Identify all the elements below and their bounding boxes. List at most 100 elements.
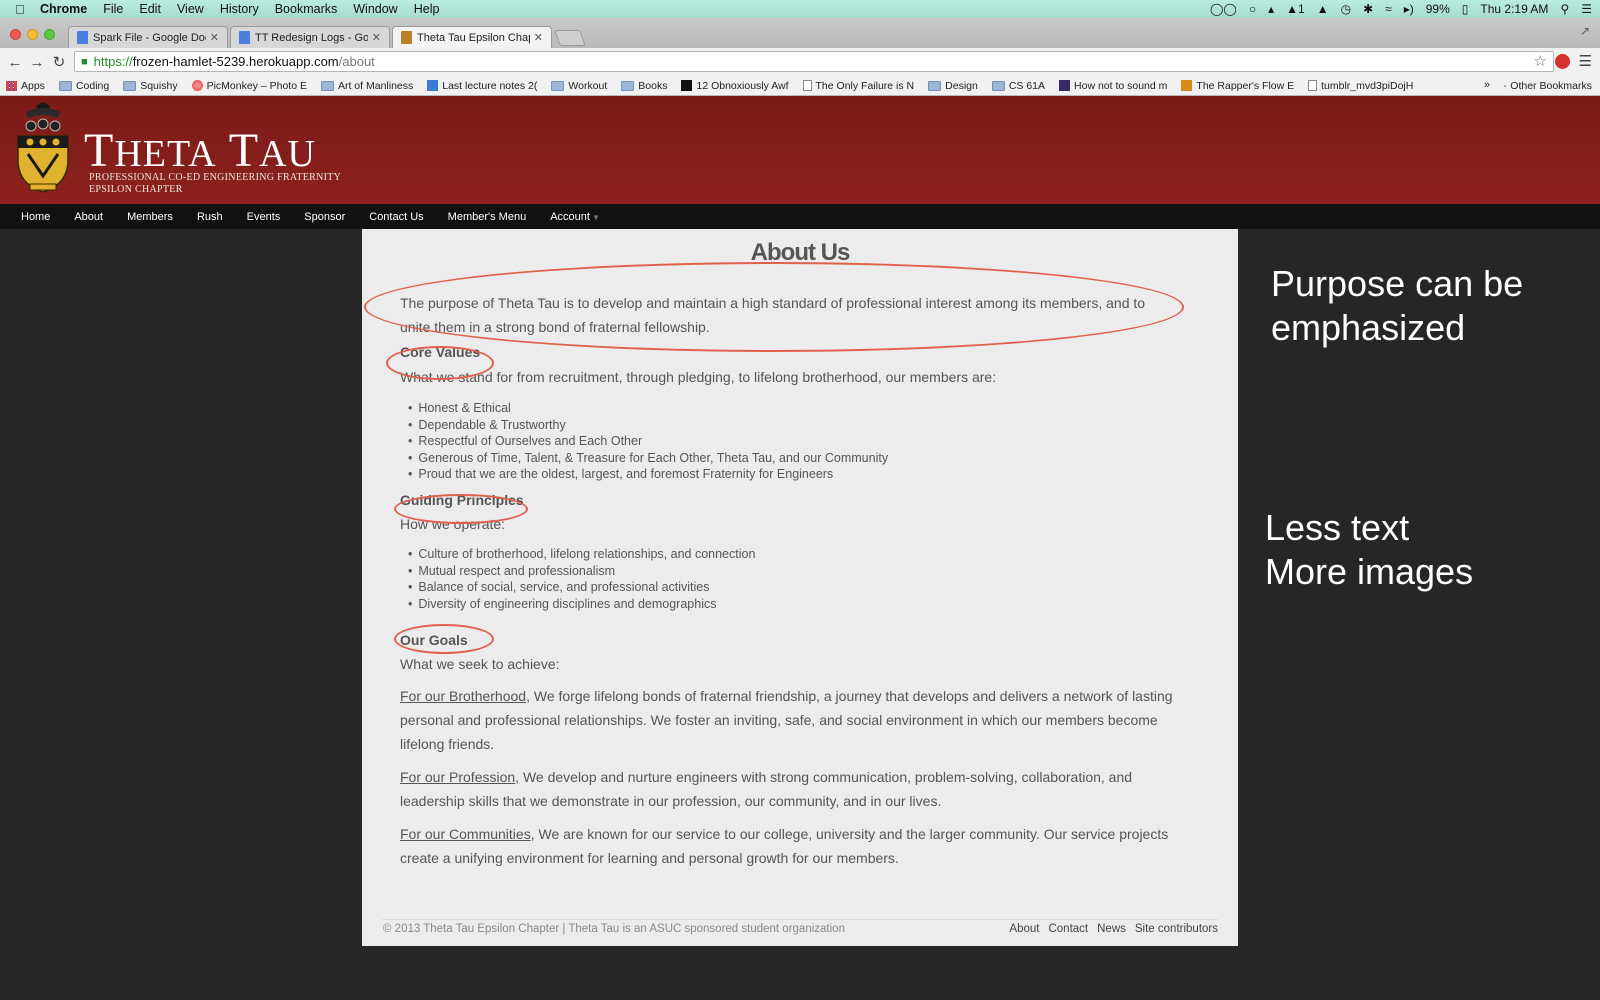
annotation-note-images: Less text More images — [1265, 506, 1473, 594]
battery-icon[interactable]: ▯ — [1462, 2, 1469, 16]
bookmark-label: Design — [945, 79, 978, 92]
chrome-menu-icon[interactable]: ☰ — [1579, 52, 1592, 70]
tab-title: Spark File - Google Docs — [93, 31, 206, 44]
footer-link-news[interactable]: News — [1097, 923, 1126, 935]
new-tab-button[interactable] — [554, 30, 586, 46]
tab-tt-redesign-logs[interactable]: TT Redesign Logs - Googl ✕ — [230, 26, 390, 48]
bookmark-apps[interactable]: Apps — [6, 80, 45, 92]
close-tab-icon[interactable]: ✕ — [372, 31, 381, 44]
menu-file[interactable]: File — [103, 2, 123, 16]
folder-icon — [991, 80, 1005, 91]
bookmark-label: Last lecture notes 2( — [442, 79, 538, 92]
menu-history[interactable]: History — [220, 2, 259, 16]
theta-tau-crest-icon — [401, 31, 412, 44]
bookmark-picmonkey[interactable]: PicMonkey – Photo E — [191, 80, 307, 92]
site-title-word2-rest: AU — [259, 133, 316, 175]
menu-bookmarks[interactable]: Bookmarks — [275, 2, 338, 16]
wifi-icon[interactable]: ≈ — [1385, 2, 1392, 16]
site-title-word1-rest: HETA — [114, 133, 217, 175]
notification-center-icon[interactable]: ☰ — [1581, 2, 1592, 16]
footer-link-site-contributors[interactable]: Site contributors — [1135, 923, 1218, 935]
glasses-icon[interactable]: ◯◯ — [1210, 2, 1237, 16]
time-machine-icon[interactable]: ◷ — [1341, 2, 1351, 16]
tab-spark-file[interactable]: Spark File - Google Docs ✕ — [68, 26, 228, 48]
bookmark-tumblr[interactable]: tumblr_mvd3piDojH — [1308, 80, 1413, 92]
our-goals-intro: What we seek to achieve: — [400, 656, 560, 672]
nav-members[interactable]: Members — [127, 211, 173, 223]
nav-rush[interactable]: Rush — [197, 211, 223, 223]
bookmarks-bar: Apps Coding Squishy PicMonkey – Photo E … — [0, 76, 1600, 96]
spotlight-search-icon[interactable]: ⚲ — [1560, 2, 1569, 16]
browser-tab-strip: Spark File - Google Docs ✕ TT Redesign L… — [0, 18, 1600, 48]
tab-theta-tau[interactable]: Theta Tau Epsilon Chapter ✕ — [392, 26, 552, 48]
nav-contact-us[interactable]: Contact Us — [369, 211, 423, 223]
bookmark-workout[interactable]: Workout — [551, 80, 607, 92]
t-icon — [681, 80, 693, 91]
bookmark-last-lecture[interactable]: Last lecture notes 2( — [427, 80, 537, 92]
clock[interactable]: Thu 2:19 AM — [1480, 2, 1548, 16]
bookmark-other[interactable]: Other Bookmarks — [1504, 80, 1592, 92]
bookmark-coding[interactable]: Coding — [58, 80, 109, 92]
google-docs-icon — [77, 31, 88, 44]
menu-help[interactable]: Help — [414, 2, 440, 16]
close-tab-icon[interactable]: ✕ — [210, 31, 219, 44]
nav-about[interactable]: About — [74, 211, 103, 223]
bluetooth-icon[interactable]: ✱ — [1363, 2, 1373, 16]
url-host: frozen-hamlet-5239.herokuapp.com — [132, 54, 339, 69]
bookmark-star-icon[interactable]: ☆ — [1534, 52, 1547, 70]
menu-app-chrome[interactable]: Chrome — [40, 2, 87, 16]
nav-members-menu[interactable]: Member's Menu — [448, 211, 527, 223]
goal-profession-link[interactable]: For our Profession — [400, 769, 515, 785]
bookmark-label: tumblr_mvd3piDojH — [1321, 79, 1414, 92]
bookmark-books[interactable]: Books — [621, 80, 667, 92]
menu-view[interactable]: View — [177, 2, 204, 16]
bookmark-label: Books — [638, 79, 668, 92]
volume-icon[interactable]: ▸) — [1404, 2, 1414, 16]
notification-bell-icon[interactable]: ▴ — [1268, 2, 1274, 16]
minimize-window-button[interactable] — [27, 29, 38, 40]
apple-icon[interactable]:  — [0, 2, 40, 17]
menu-window[interactable]: Window — [353, 2, 397, 16]
close-window-button[interactable] — [10, 29, 21, 40]
address-bar[interactable]: ■ https://frozen-hamlet-5239.herokuapp.c… — [74, 51, 1554, 72]
bookmark-how-not-to-sound[interactable]: How not to sound m — [1059, 80, 1167, 92]
window-controls — [10, 29, 55, 40]
url-protocol: https:// — [93, 54, 133, 69]
reload-icon[interactable]: ↻ — [48, 53, 70, 71]
nav-account[interactable]: Account ▼ — [550, 211, 600, 223]
bookmark-rappers-flow[interactable]: The Rapper's Flow E — [1181, 80, 1294, 92]
zoom-window-button[interactable] — [44, 29, 55, 40]
goal-profession: For our Profession, We develop and nurtu… — [400, 765, 1190, 813]
fullscreen-icon[interactable]: ↗ — [1580, 24, 1590, 38]
forward-arrow-icon[interactable]: → — [26, 54, 48, 71]
bookmark-label: Apps — [21, 79, 45, 92]
menu-edit[interactable]: Edit — [139, 2, 161, 16]
bookmark-design[interactable]: Design — [928, 80, 978, 92]
bookmark-cs61a[interactable]: CS 61A — [991, 80, 1045, 92]
nav-home[interactable]: Home — [21, 211, 50, 223]
bookmark-obnoxiously[interactable]: 12 Obnoxiously Awf — [681, 80, 789, 92]
bookmarks-overflow-chevron[interactable]: » — [1484, 79, 1490, 91]
close-tab-icon[interactable]: ✕ — [534, 31, 543, 44]
bookmark-art-of-manliness[interactable]: Art of Manliness — [320, 80, 413, 92]
adobe-icon[interactable]: ▲1 — [1286, 2, 1305, 16]
bookmark-squishy[interactable]: Squishy — [123, 80, 178, 92]
adblock-extension-icon[interactable] — [1555, 54, 1570, 69]
creative-cloud-icon[interactable]: ○ — [1249, 2, 1256, 16]
annotation-oval-purpose — [364, 262, 1184, 352]
back-arrow-icon[interactable]: ← — [4, 54, 26, 71]
goal-brotherhood-link[interactable]: For our Brotherhood — [400, 688, 526, 704]
adobe-count: 1 — [1298, 2, 1305, 16]
theta-tau-crest-logo[interactable] — [14, 102, 72, 196]
goal-communities-link[interactable]: For our Communities — [400, 826, 531, 842]
list-item: Mutual respect and professionalism — [418, 563, 755, 580]
footer-link-about[interactable]: About — [1009, 923, 1039, 935]
tab-title: Theta Tau Epsilon Chapter — [417, 31, 530, 44]
hat-icon[interactable]: ▲ — [1317, 2, 1329, 16]
list-item: Generous of Time, Talent, & Treasure for… — [418, 450, 888, 467]
nav-sponsor[interactable]: Sponsor — [304, 211, 345, 223]
nav-events[interactable]: Events — [247, 211, 281, 223]
bookmark-only-failure[interactable]: The Only Failure is N — [802, 80, 914, 92]
list-item: Dependable & Trustworthy — [418, 417, 888, 434]
footer-link-contact[interactable]: Contact — [1048, 923, 1088, 935]
